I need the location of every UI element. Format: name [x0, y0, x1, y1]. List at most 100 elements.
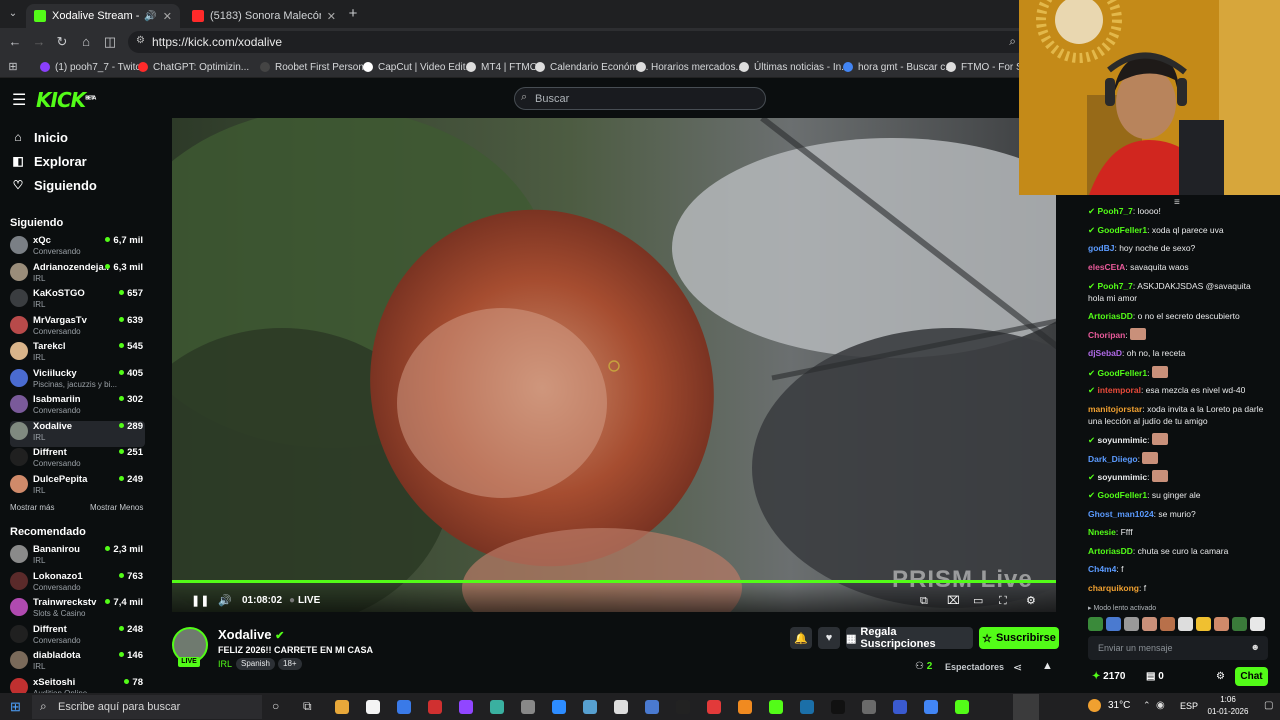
- apps-grid-icon[interactable]: ⊞: [4, 58, 22, 76]
- taskbar-app-icon[interactable]: [738, 700, 752, 714]
- url-input[interactable]: ⚙ https://kick.com/xodalive ⌕: [128, 31, 1028, 53]
- nav-explorar[interactable]: ◧ Explorar: [10, 152, 86, 170]
- kick-logo[interactable]: KICKBETA: [36, 88, 96, 112]
- bookmark-item[interactable]: Calendario Económi...: [535, 59, 648, 75]
- back-icon[interactable]: ←: [6, 33, 24, 51]
- chat-username[interactable]: elesCEtA: [1088, 262, 1125, 272]
- chat-username[interactable]: Dark_Diiego: [1088, 454, 1138, 464]
- taskbar-app-icon[interactable]: [645, 700, 659, 714]
- channel-item[interactable]: Viciilucky Piscinas, jacuzzis y bi... 405: [10, 368, 145, 394]
- taskbar-app-icon[interactable]: [800, 700, 814, 714]
- channel-item[interactable]: Diffrent Conversando 251: [10, 447, 145, 473]
- bookmark-item[interactable]: MT4 | FTMO: [466, 59, 537, 75]
- chat-username[interactable]: soyunmimic: [1097, 435, 1147, 445]
- report-icon[interactable]: ▲: [1042, 660, 1053, 672]
- settings-icon[interactable]: ⚙: [1026, 594, 1036, 608]
- volume-icon[interactable]: 🔊: [218, 594, 232, 608]
- bookmark-item[interactable]: Últimas noticias - In...: [739, 59, 850, 75]
- emote-icon[interactable]: [1142, 617, 1157, 631]
- notification-bell-button[interactable]: 🔔: [790, 627, 812, 649]
- chat-username[interactable]: djSebaD: [1088, 348, 1122, 358]
- channel-item[interactable]: Trainwreckstv Slots & Casino 7,4 mil: [10, 597, 145, 623]
- taskbar-app-icon[interactable]: [583, 700, 597, 714]
- subscribe-button[interactable]: ☆ Suscribirse: [979, 627, 1059, 649]
- chat-username[interactable]: GoodFeller1: [1097, 225, 1147, 235]
- taskbar-app-icon[interactable]: [335, 700, 349, 714]
- channel-item[interactable]: Lokonazo1 Conversando 763: [10, 571, 145, 597]
- taskbar-search-input[interactable]: ⌕ Escribe aquí para buscar: [32, 695, 262, 719]
- show-more-link[interactable]: Mostrar más: [10, 503, 54, 512]
- chat-username[interactable]: Ghost_man1024: [1088, 509, 1154, 519]
- emote-icon[interactable]: [1160, 617, 1175, 631]
- emoji-picker-icon[interactable]: ☻: [1251, 642, 1260, 652]
- taskbar-app-icon[interactable]: [366, 700, 380, 714]
- language-indicator[interactable]: ESP: [1180, 701, 1198, 711]
- pip-icon[interactable]: ⧉: [920, 594, 928, 608]
- bookmark-item[interactable]: Horarios mercados...: [636, 59, 744, 75]
- channel-item[interactable]: Xodalive IRL 289: [10, 420, 145, 447]
- emote-icon[interactable]: [1088, 617, 1103, 631]
- channel-item[interactable]: Adrianozendeja... IRL 6,3 mil: [10, 262, 145, 288]
- tag-spanish[interactable]: Spanish: [236, 658, 275, 670]
- bookmark-item[interactable]: Roobet First Person...: [260, 59, 372, 75]
- channel-points[interactable]: ✦ 2170: [1092, 671, 1125, 682]
- chat-username[interactable]: ArtoriasDD: [1088, 311, 1133, 321]
- tag-18plus[interactable]: 18+: [278, 658, 302, 670]
- weather-icon[interactable]: [1088, 699, 1101, 712]
- zoom-icon[interactable]: ⌕: [1009, 34, 1016, 49]
- stream-category-link[interactable]: IRL: [218, 659, 232, 669]
- chat-username[interactable]: GoodFeller1: [1097, 368, 1147, 378]
- emote-icon[interactable]: [1250, 617, 1265, 631]
- taskbar-app-icon[interactable]: [490, 700, 504, 714]
- chat-message-input[interactable]: Enviar un mensaje ☻: [1088, 636, 1268, 660]
- emote-icon[interactable]: [1232, 617, 1247, 631]
- forward-icon[interactable]: →: [30, 33, 48, 51]
- tab-search-icon[interactable]: ⌄: [4, 5, 22, 23]
- taskbar-app-icon[interactable]: [955, 700, 969, 714]
- taskbar-app-icon[interactable]: [676, 700, 690, 714]
- temperature[interactable]: 31°C: [1108, 700, 1130, 711]
- speaker-icon[interactable]: 🔊: [144, 11, 156, 22]
- chat-username[interactable]: intemporal: [1097, 385, 1140, 395]
- tray-arrow-icon[interactable]: ⌃: [1143, 700, 1151, 711]
- chat-username[interactable]: Nnesie: [1088, 527, 1116, 537]
- nav-inicio[interactable]: ⌂ Inicio: [10, 128, 68, 146]
- tab-youtube[interactable]: (5183) Sonora Malecón - Dond ✕: [184, 4, 344, 28]
- pause-icon[interactable]: ❚❚: [191, 594, 209, 608]
- taskbar-app-icon[interactable]: [614, 700, 628, 714]
- home-icon[interactable]: ⌂: [77, 33, 95, 51]
- gift-subs-button[interactable]: ▦ Regala Suscripciones: [846, 626, 973, 650]
- site-info-icon[interactable]: ⚙: [136, 35, 145, 46]
- chat-username[interactable]: soyunmimic: [1097, 472, 1147, 482]
- video-player[interactable]: PRISM Live: [172, 118, 1056, 612]
- channel-item[interactable]: Bananirou IRL 2,3 mil: [10, 544, 145, 570]
- fullscreen-icon[interactable]: ⛶: [999, 594, 1007, 608]
- channel-item[interactable]: diabladota IRL 146: [10, 650, 145, 676]
- taskbar-app-icon[interactable]: [707, 700, 721, 714]
- show-less-link[interactable]: Mostrar Menos: [90, 503, 143, 512]
- bits-counter[interactable]: ▤ 0: [1146, 671, 1164, 682]
- split-view-icon[interactable]: ◫: [101, 33, 119, 51]
- taskbar-app-icon[interactable]: [769, 700, 783, 714]
- channel-item[interactable]: Tarekcl IRL 545: [10, 341, 145, 367]
- network-icon[interactable]: ◉: [1156, 700, 1165, 711]
- clip-icon[interactable]: ⌧: [947, 594, 960, 608]
- channel-item[interactable]: xQc Conversando 6,7 mil: [10, 235, 145, 261]
- search-input[interactable]: ⌕ Buscar: [514, 87, 766, 110]
- live-indicator[interactable]: ● LIVE: [289, 594, 320, 608]
- taskbar-app-icon[interactable]: [552, 700, 566, 714]
- bookmark-item[interactable]: hora gmt - Buscar c...: [843, 59, 954, 75]
- chat-username[interactable]: Pooh7_7: [1097, 281, 1132, 291]
- channel-item[interactable]: Diffrent Conversando 248: [10, 624, 145, 650]
- follow-button[interactable]: ♥: [818, 627, 840, 649]
- taskbar-app-icon[interactable]: [428, 700, 442, 714]
- chat-username[interactable]: manitojorstar: [1088, 404, 1142, 414]
- channel-item[interactable]: Isabmariin Conversando 302: [10, 394, 145, 420]
- windows-start-icon[interactable]: ⊞: [10, 699, 21, 715]
- new-tab-icon[interactable]: +: [344, 5, 362, 23]
- streamer-name[interactable]: Xodalive ✔: [218, 627, 284, 642]
- progress-bar[interactable]: [172, 580, 1056, 583]
- bookmark-item[interactable]: CapCut | Video Edit...: [363, 59, 474, 75]
- reload-icon[interactable]: ↻: [53, 33, 71, 51]
- taskbar-app-icon[interactable]: [862, 700, 876, 714]
